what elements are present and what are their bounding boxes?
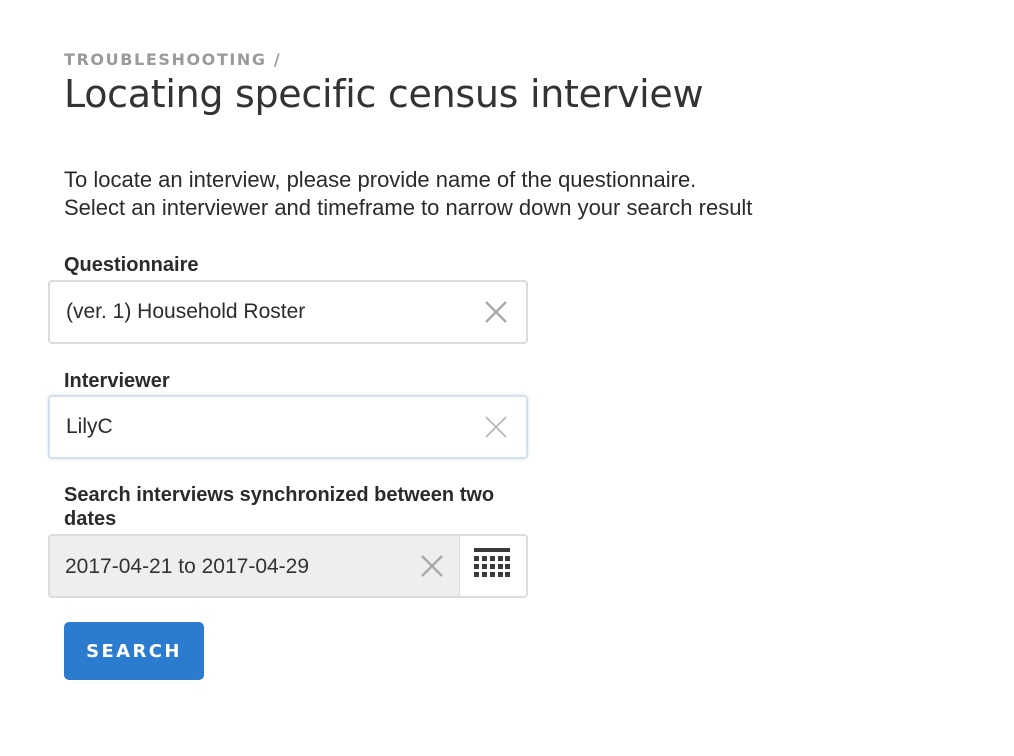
date-range-label: Search interviews synchronized between t… <box>64 484 495 530</box>
close-icon[interactable] <box>420 554 444 578</box>
questionnaire-value: (ver. 1) Household Roster <box>66 300 306 323</box>
intro-line-2: Select an interviewer and timeframe to n… <box>64 195 753 220</box>
breadcrumb[interactable]: TROUBLESHOOTING / <box>64 50 281 69</box>
calendar-button[interactable] <box>459 536 526 596</box>
intro-line-1: To locate an interview, please provide n… <box>64 167 697 192</box>
close-icon[interactable] <box>484 300 508 324</box>
interviewer-select[interactable]: LilyC <box>48 395 528 459</box>
page-title: Locating specific census interview <box>64 72 704 116</box>
questionnaire-select[interactable]: (ver. 1) Household Roster <box>48 280 528 344</box>
interviewer-value: LilyC <box>66 415 113 438</box>
page: TROUBLESHOOTING / Locating specific cens… <box>0 0 1014 756</box>
close-icon[interactable] <box>484 415 508 439</box>
questionnaire-label: Questionnaire <box>64 254 199 276</box>
interviewer-label: Interviewer <box>64 370 170 392</box>
calendar-icon <box>474 548 510 577</box>
date-range-value: 2017-04-21 to 2017-04-29 <box>65 555 310 578</box>
intro-text: To locate an interview, please provide n… <box>64 166 752 222</box>
search-button[interactable]: SEARCH <box>64 622 204 680</box>
date-range-input[interactable]: 2017-04-21 to 2017-04-29 <box>48 534 528 598</box>
